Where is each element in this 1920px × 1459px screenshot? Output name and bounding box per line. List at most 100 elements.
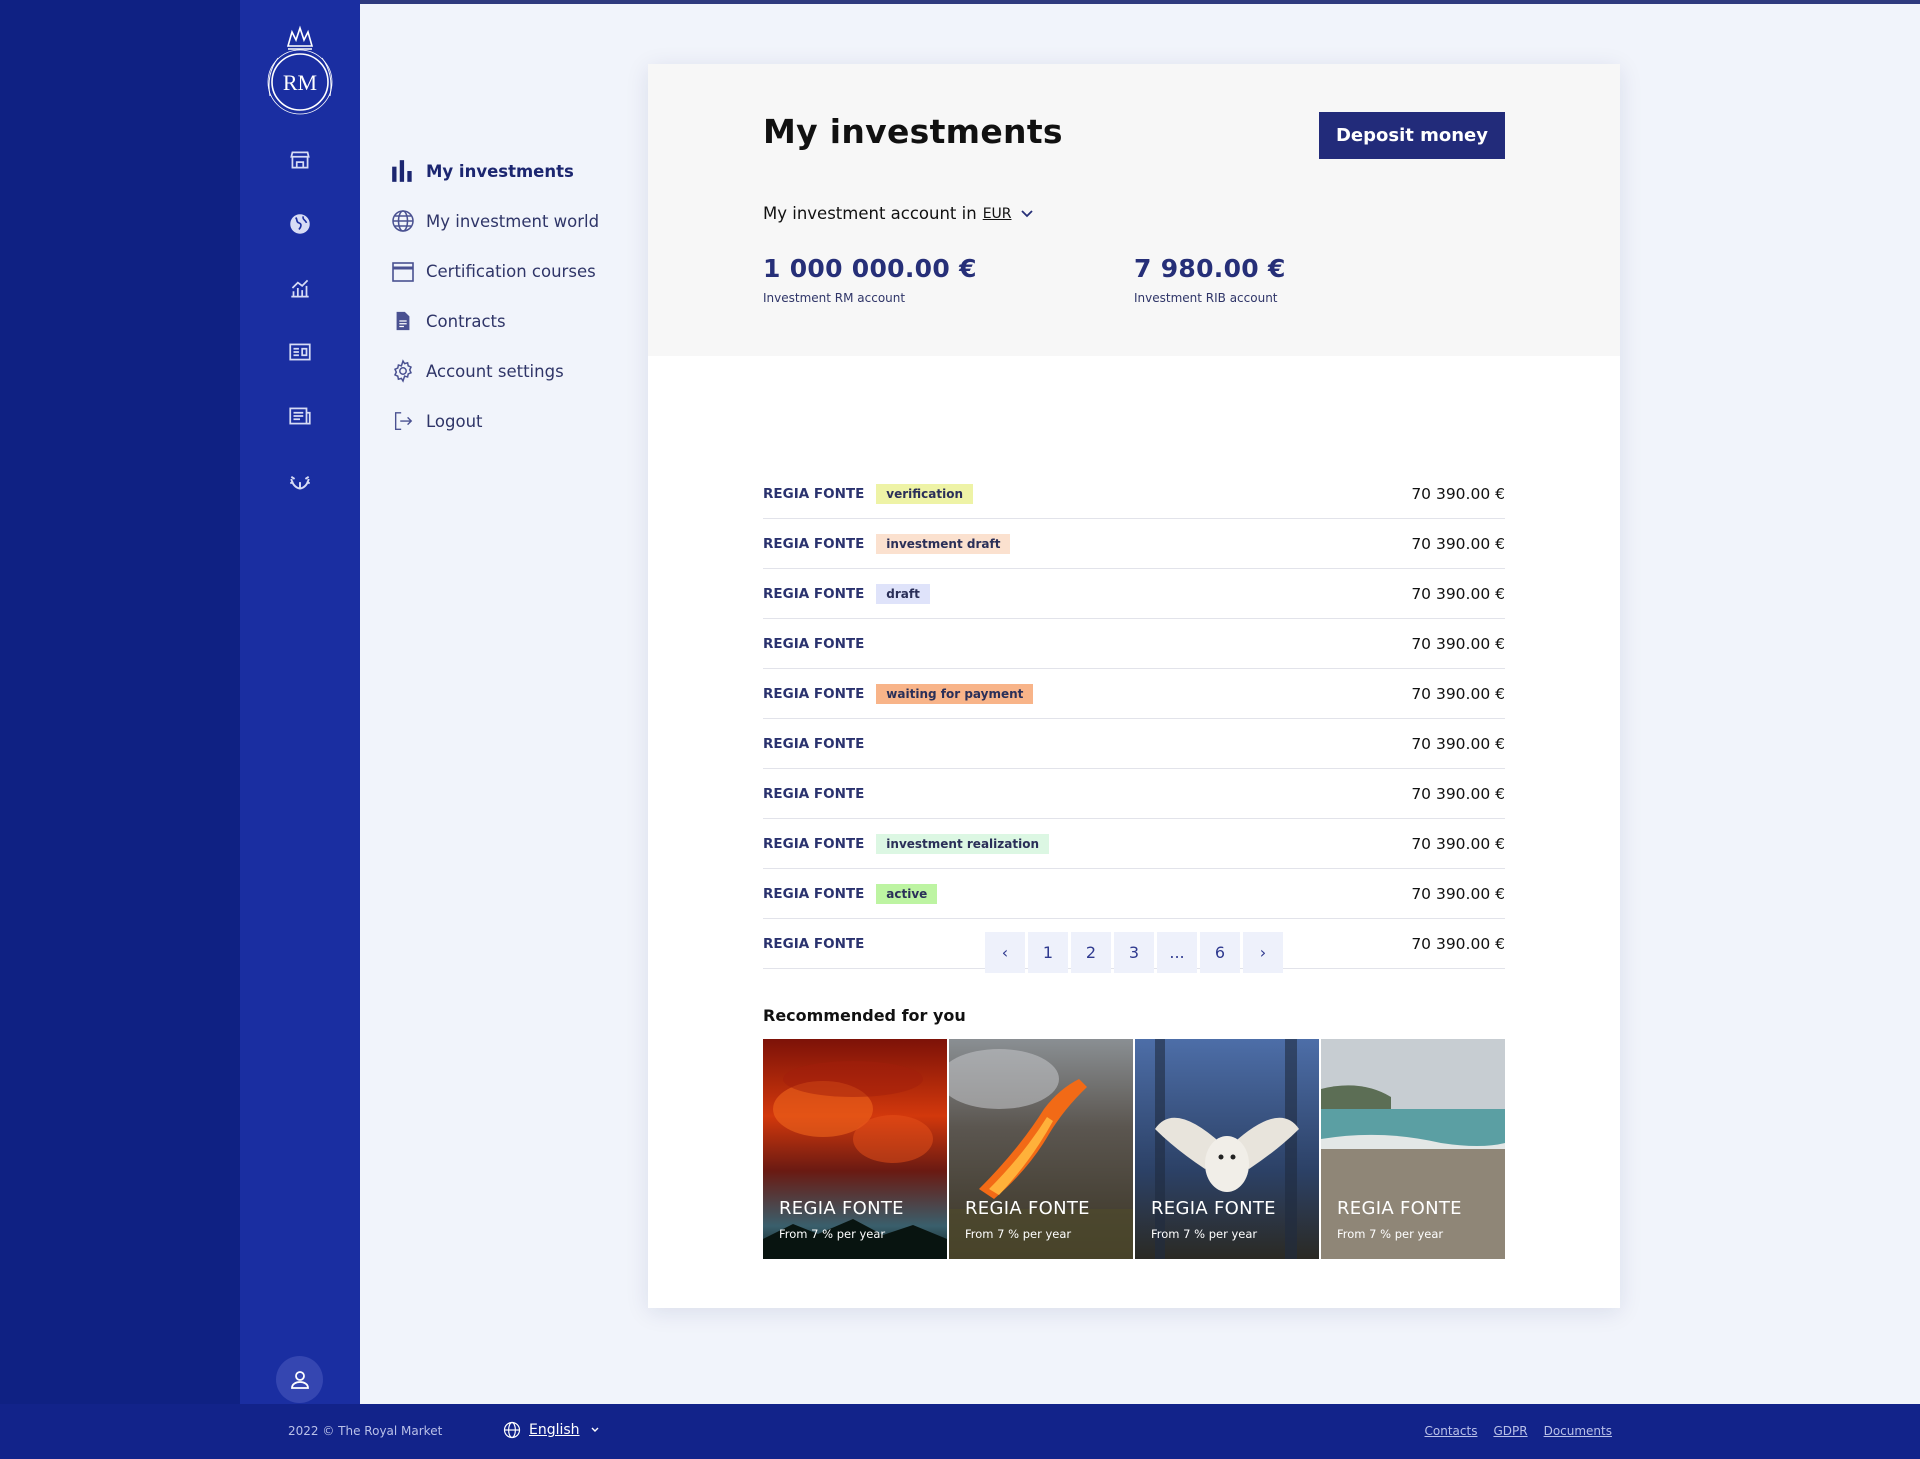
status-badge: draft <box>876 583 930 604</box>
investment-name: REGIA FONTE <box>763 685 865 702</box>
investment-value: 70 390.00 € <box>1411 934 1505 953</box>
table-row[interactable]: REGIA FONTE 70 390.00 € <box>763 719 1505 769</box>
user-avatar[interactable] <box>276 1356 323 1403</box>
recommended-tile[interactable]: REGIA FONTE From 7 % per year <box>949 1039 1133 1259</box>
nav-item-contracts[interactable]: Contracts <box>390 296 640 346</box>
currency-value: EUR <box>982 205 1012 222</box>
snowy-owl-image <box>1135 1039 1319 1259</box>
balance-label: Investment RM account <box>763 291 906 305</box>
nav-item-certification-courses[interactable]: Certification courses <box>390 246 640 296</box>
account-summary: My investments Deposit money My investme… <box>648 64 1620 356</box>
logout-icon <box>390 408 416 434</box>
page-button[interactable]: 1 <box>1028 932 1068 973</box>
tile-name: REGIA FONTE <box>965 1198 1090 1219</box>
investment-value: 70 390.00 € <box>1411 834 1505 853</box>
store-icon[interactable] <box>284 144 316 176</box>
pagination: ‹ 1 2 3... 6 › <box>985 932 1283 973</box>
table-row[interactable]: REGIA FONTE investment draft 70 390.00 € <box>763 519 1505 569</box>
footer-link-documents[interactable]: Documents <box>1544 1424 1612 1438</box>
royal-market-logo[interactable]: RM <box>258 24 342 124</box>
recommended-tile[interactable]: REGIA FONTE From 7 % per year <box>1321 1039 1505 1259</box>
lava-flow-image <box>949 1039 1133 1259</box>
left-background-panel <box>0 0 240 1404</box>
investment-name: REGIA FONTE <box>763 485 865 502</box>
user-icon <box>290 1370 309 1389</box>
nav-item-label: Logout <box>426 411 483 431</box>
globe-icon <box>503 1421 521 1439</box>
tile-name: REGIA FONTE <box>1151 1198 1276 1219</box>
beach-image <box>1321 1039 1505 1259</box>
next-page-button[interactable]: › <box>1243 932 1283 973</box>
table-row[interactable]: REGIA FONTE draft 70 390.00 € <box>763 569 1505 619</box>
investment-name: REGIA FONTE <box>763 635 865 652</box>
status-badge: verification <box>876 483 974 504</box>
investment-name: REGIA FONTE <box>763 585 865 602</box>
id-card-icon[interactable] <box>284 336 316 368</box>
account-currency-selector[interactable]: My investment account in EUR <box>763 204 1034 223</box>
page-button[interactable]: 6 <box>1200 932 1240 973</box>
investment-value: 70 390.00 € <box>1411 634 1505 653</box>
tile-name: REGIA FONTE <box>1337 1198 1462 1219</box>
newspaper-icon[interactable] <box>284 400 316 432</box>
gear-icon <box>390 358 416 384</box>
recommended-tile[interactable]: REGIA FONTE From 7 % per year <box>1135 1039 1319 1259</box>
investment-value: 70 390.00 € <box>1411 534 1505 553</box>
status-badge: waiting for payment <box>876 683 1034 704</box>
chart-icon[interactable] <box>284 272 316 304</box>
balance-rm: 1 000 000.00 € Investment RM account <box>763 254 977 305</box>
nav-item-my-investments[interactable]: My investments <box>390 146 640 196</box>
account-label: My investment account in <box>763 204 977 223</box>
svg-text:RM: RM <box>283 70 317 95</box>
footer-link-gdpr[interactable]: GDPR <box>1493 1424 1527 1438</box>
investment-value: 70 390.00 € <box>1411 484 1505 503</box>
footer-links: Contacts GDPR Documents <box>1425 1424 1613 1438</box>
nav-item-my-investment-world[interactable]: My investment world <box>390 196 640 246</box>
laurel-icon[interactable] <box>284 464 316 496</box>
recommended-tile[interactable]: REGIA FONTE From 7 % per year <box>763 1039 947 1259</box>
nav-item-label: My investments <box>426 161 574 181</box>
account-navigation: My investments My investment world Certi… <box>390 146 640 446</box>
investment-value: 70 390.00 € <box>1411 884 1505 903</box>
tile-subtitle: From 7 % per year <box>965 1227 1072 1241</box>
volcanic-smoke-image <box>763 1039 947 1259</box>
investment-value: 70 390.00 € <box>1411 684 1505 703</box>
nav-item-logout[interactable]: Logout <box>390 396 640 446</box>
tile-subtitle: From 7 % per year <box>1151 1227 1258 1241</box>
table-row[interactable]: REGIA FONTE investment realization 70 390.… <box>763 819 1505 869</box>
bar-chart-icon <box>390 158 416 184</box>
language-value: English <box>529 1422 580 1438</box>
table-row[interactable]: REGIA FONTE 70 390.00 € <box>763 619 1505 669</box>
page-button[interactable]: 2 <box>1071 932 1111 973</box>
table-row[interactable]: REGIA FONTE waiting for payment 70 390.00 … <box>763 669 1505 719</box>
nav-item-label: Account settings <box>426 361 564 381</box>
deposit-money-button[interactable]: Deposit money <box>1319 112 1505 159</box>
language-selector[interactable]: English <box>503 1421 600 1439</box>
balance-rib: 7 980.00 € Investment RIB account <box>1134 254 1286 305</box>
investment-name: REGIA FONTE <box>763 535 865 552</box>
recommended-title: Recommended for you <box>763 1006 966 1025</box>
investment-value: 70 390.00 € <box>1411 734 1505 753</box>
page-button[interactable]: 3 <box>1114 932 1154 973</box>
table-row[interactable]: REGIA FONTE verification 70 390.00 € <box>763 469 1505 519</box>
globe-icon[interactable] <box>284 208 316 240</box>
footer: 2022 © The Royal Market English Contacts… <box>0 1404 1920 1459</box>
chevron-down-icon <box>591 1427 599 1432</box>
investment-value: 70 390.00 € <box>1411 784 1505 803</box>
prev-page-button[interactable]: ‹ <box>985 932 1025 973</box>
chevron-down-icon <box>1020 204 1034 223</box>
nav-item-label: Contracts <box>426 311 506 331</box>
page-button[interactable]: ... <box>1157 932 1197 973</box>
nav-item-account-settings[interactable]: Account settings <box>390 346 640 396</box>
status-badge: active <box>876 883 938 904</box>
footer-link-contacts[interactable]: Contacts <box>1425 1424 1478 1438</box>
investment-name: REGIA FONTE <box>763 835 865 852</box>
tile-name: REGIA FONTE <box>779 1198 904 1219</box>
globe-icon <box>390 208 416 234</box>
balance-amount: 1 000 000.00 € <box>763 254 977 283</box>
table-row[interactable]: REGIA FONTE active 70 390.00 € <box>763 869 1505 919</box>
table-row[interactable]: REGIA FONTE 70 390.00 € <box>763 769 1505 819</box>
investment-name: REGIA FONTE <box>763 785 865 802</box>
investment-value: 70 390.00 € <box>1411 584 1505 603</box>
calendar-icon <box>390 258 416 284</box>
investment-name: REGIA FONTE <box>763 735 865 752</box>
